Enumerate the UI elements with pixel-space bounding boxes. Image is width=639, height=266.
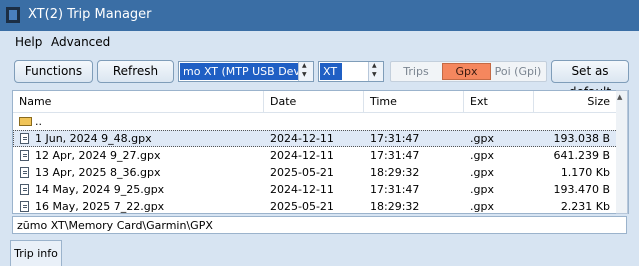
- model-select-value: XT: [320, 63, 342, 80]
- refresh-button[interactable]: Refresh: [97, 60, 174, 83]
- model-select-spinner-icon[interactable]: [368, 62, 383, 81]
- cell-date: 2024-12-11: [270, 132, 334, 145]
- cell-date: 2024-12-11: [270, 149, 334, 162]
- folder-open-icon: [19, 117, 32, 126]
- menu-advanced[interactable]: Advanced: [51, 35, 110, 49]
- tab-poi[interactable]: Poi (Gpi): [492, 63, 544, 80]
- window-title: XT(2) Trip Manager: [28, 7, 152, 22]
- gpx-file-icon: [20, 150, 29, 161]
- column-date[interactable]: Date: [264, 91, 364, 112]
- gpx-file-icon: [20, 184, 29, 195]
- column-name[interactable]: Name: [13, 91, 264, 112]
- cell-name: 12 Apr, 2024 9_27.gpx: [35, 149, 161, 162]
- cell-ext: .gpx: [470, 200, 494, 213]
- cell-time: 17:31:47: [370, 149, 420, 162]
- cell-ext: .gpx: [470, 132, 494, 145]
- table-row[interactable]: 1 Jun, 2024 9_48.gpx 2024-12-11 17:31:47 .g…: [13, 130, 628, 147]
- table-row[interactable]: 13 Apr, 2025 8_36.gpx 2025-05-21 18:29:32.…: [13, 164, 628, 181]
- tab-trips[interactable]: Trips: [393, 63, 439, 80]
- cell-name: 13 Apr, 2025 8_36.gpx: [35, 166, 161, 179]
- cell-ext: .gpx: [470, 166, 494, 179]
- file-type-tabs: Trips Gpx Poi (Gpi): [390, 61, 547, 82]
- cell-ext: .gpx: [470, 149, 494, 162]
- path-field[interactable]: zūmo XT\Memory Card\Garmin\GPX: [12, 216, 627, 234]
- title-bar: XT(2) Trip Manager: [0, 0, 639, 31]
- set-default-button[interactable]: Set as default: [551, 60, 629, 99]
- cell-name: 16 May, 2025 7_22.gpx: [35, 200, 165, 213]
- gpx-file-icon: [20, 133, 29, 144]
- cell-time: 17:31:47: [370, 132, 420, 145]
- scroll-up-icon[interactable]: ▲: [617, 93, 622, 101]
- table-row[interactable]: 12 Apr, 2024 9_27.gpx 2024-12-11 17:31:47.…: [13, 147, 628, 164]
- file-list: Name Date Time Ext Size .. 1 Jun, 2024 9…: [12, 90, 629, 214]
- device-select-spinner-icon[interactable]: [298, 62, 313, 81]
- table-row[interactable]: 14 May, 2024 9_25.gpx 2024-12-11 17:31:47.…: [13, 181, 628, 198]
- parent-folder-row[interactable]: ..: [13, 113, 628, 130]
- cell-size: 641.239 B: [553, 149, 610, 162]
- table-row[interactable]: 16 May, 2025 7_22.gpx 2025-05-21 18:29:32.…: [13, 198, 628, 213]
- column-size[interactable]: Size: [534, 91, 628, 112]
- cell-size: 193.038 B: [553, 132, 610, 145]
- device-select[interactable]: mo XT (MTP USB Device): [178, 61, 314, 82]
- cell-time: 18:29:32: [370, 200, 420, 213]
- parent-folder-label: ..: [35, 115, 42, 128]
- cell-name: 1 Jun, 2024 9_48.gpx: [35, 132, 152, 145]
- app-icon: [6, 7, 20, 23]
- cell-time: 18:29:32: [370, 166, 420, 179]
- cell-size: 1.170 Kb: [560, 166, 610, 179]
- gpx-file-icon: [20, 167, 29, 178]
- cell-size: 2.231 Kb: [560, 200, 610, 213]
- cell-date: 2024-12-11: [270, 183, 334, 196]
- list-scrollbar[interactable]: ▲: [616, 90, 628, 214]
- gpx-file-icon: [20, 201, 29, 212]
- cell-time: 17:31:47: [370, 183, 420, 196]
- tab-trip-info[interactable]: Trip info: [10, 240, 62, 266]
- cell-date: 2025-05-21: [270, 200, 334, 213]
- menu-bar: Help Advanced: [0, 31, 639, 56]
- model-select[interactable]: XT: [318, 61, 384, 82]
- bottom-panel: [0, 238, 639, 265]
- cell-name: 14 May, 2024 9_25.gpx: [35, 183, 165, 196]
- functions-button[interactable]: Functions: [14, 60, 93, 83]
- tab-gpx[interactable]: Gpx: [442, 63, 491, 80]
- cell-size: 193.470 B: [553, 183, 610, 196]
- cell-ext: .gpx: [470, 183, 494, 196]
- column-ext[interactable]: Ext: [464, 91, 534, 112]
- toolbar: Functions Refresh mo XT (MTP USB Device)…: [0, 55, 639, 99]
- column-time[interactable]: Time: [364, 91, 464, 112]
- device-select-value: mo XT (MTP USB Device): [180, 63, 298, 80]
- menu-help[interactable]: Help: [15, 35, 42, 49]
- list-header: Name Date Time Ext Size: [13, 91, 628, 113]
- cell-date: 2025-05-21: [270, 166, 334, 179]
